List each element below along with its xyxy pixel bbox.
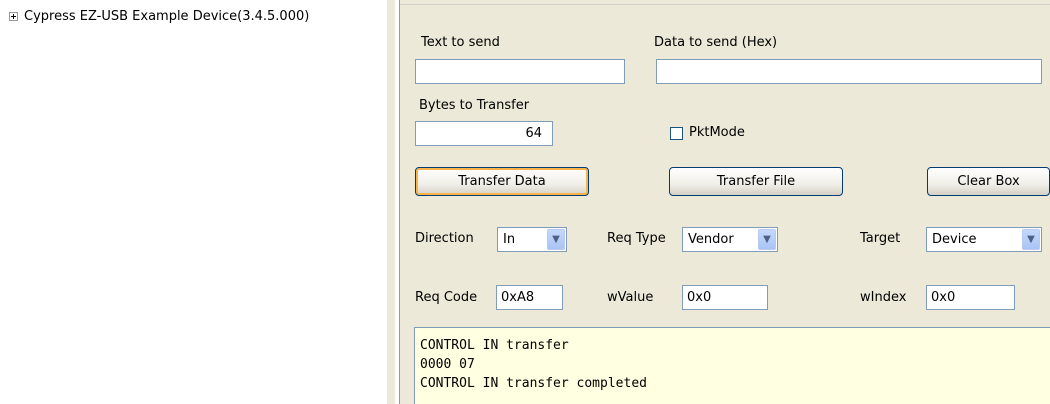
splitter[interactable]	[387, 0, 395, 404]
pktmode-checkbox[interactable]	[670, 127, 683, 140]
windex-label: wIndex	[860, 290, 907, 305]
device-label: Cypress EZ-USB Example Device(3.4.5.000)	[24, 9, 310, 24]
text-to-send-label: Text to send	[421, 35, 500, 50]
transfer-data-button[interactable]: Transfer Data	[415, 167, 589, 196]
expand-plus-icon[interactable]	[9, 12, 18, 21]
clear-box-button[interactable]: Clear Box	[927, 167, 1050, 196]
data-to-send-label: Data to send (Hex)	[654, 35, 778, 50]
transfer-file-button[interactable]: Transfer File	[669, 167, 843, 196]
target-value: Device	[932, 232, 977, 247]
req-type-select[interactable]: Vendor ▼	[682, 227, 778, 252]
device-tree[interactable]: Cypress EZ-USB Example Device(3.4.5.000)	[0, 0, 387, 404]
chevron-down-icon[interactable]: ▼	[547, 229, 565, 250]
pktmode-label: PktMode	[689, 125, 745, 140]
log-line: CONTROL IN transfer completed	[420, 376, 647, 391]
req-code-input[interactable]	[496, 285, 563, 310]
req-code-label: Req Code	[415, 290, 478, 305]
windex-input[interactable]	[926, 285, 1015, 310]
output-log[interactable]: CONTROL IN transfer 0000 07 CONTROL IN t…	[414, 327, 1050, 404]
data-to-send-input[interactable]	[656, 59, 1042, 84]
req-type-label: Req Type	[607, 231, 666, 246]
log-line: CONTROL IN transfer	[420, 338, 569, 353]
wvalue-input[interactable]	[682, 285, 768, 310]
tab-strip	[400, 0, 1050, 5]
tree-item-device[interactable]: Cypress EZ-USB Example Device(3.4.5.000)	[9, 9, 309, 24]
direction-label: Direction	[415, 231, 474, 246]
direction-select[interactable]: In ▼	[497, 227, 567, 252]
bytes-to-transfer-input[interactable]	[415, 121, 553, 146]
direction-value: In	[503, 232, 516, 247]
chevron-down-icon[interactable]: ▼	[1022, 229, 1040, 250]
chevron-down-icon[interactable]: ▼	[758, 229, 776, 250]
bytes-to-transfer-label: Bytes to Transfer	[419, 98, 530, 113]
log-line: 0000 07	[420, 357, 475, 372]
target-select[interactable]: Device ▼	[926, 227, 1042, 252]
wvalue-label: wValue	[607, 290, 654, 305]
target-label: Target	[860, 231, 901, 246]
text-to-send-input[interactable]	[415, 59, 625, 84]
req-type-value: Vendor	[688, 232, 734, 247]
